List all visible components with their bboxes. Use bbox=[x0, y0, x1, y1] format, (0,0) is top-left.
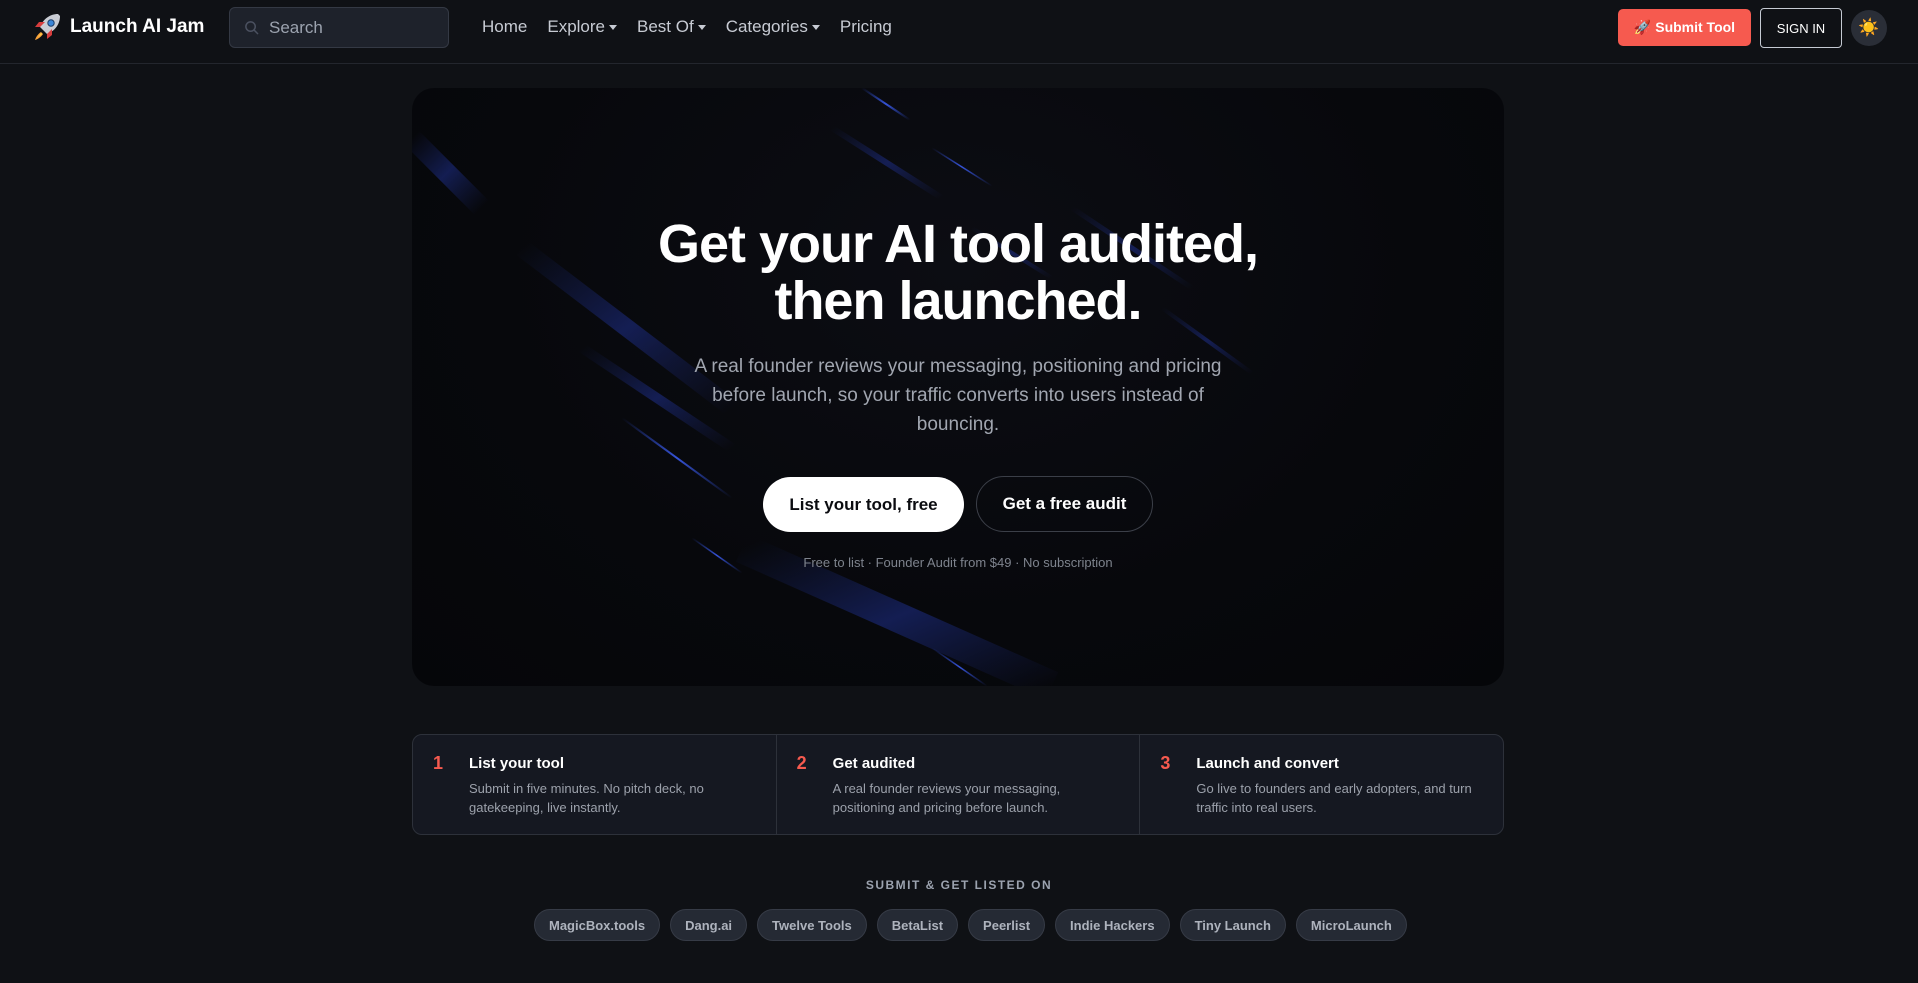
nav-best-of-label: Best Of bbox=[637, 17, 694, 36]
brand-name: Launch AI Jam bbox=[70, 16, 205, 37]
step-card: 2 Get audited A real founder reviews you… bbox=[777, 735, 1141, 834]
main-menu: Home Explore Best Of Categories Pricing bbox=[482, 17, 912, 37]
step-card: 3 Launch and convert Go live to founders… bbox=[1140, 735, 1503, 834]
submit-tool-button[interactable]: 🚀 Submit Tool bbox=[1618, 9, 1751, 46]
hero-title-line2: then launched. bbox=[774, 271, 1142, 331]
hero-title-line1: Get your AI tool audited, bbox=[657, 214, 1259, 274]
rocket-logo-icon bbox=[30, 10, 64, 44]
top-navbar: Launch AI Jam Home Explore Best Of Categ… bbox=[0, 0, 1918, 64]
caret-down-icon bbox=[697, 25, 706, 30]
nav-categories[interactable]: Categories bbox=[726, 17, 820, 37]
nav-categories-label: Categories bbox=[725, 17, 808, 36]
step-description: Submit in five minutes. No pitch deck, n… bbox=[469, 781, 704, 815]
search-box[interactable] bbox=[229, 7, 449, 48]
step-title: Launch and convert bbox=[1196, 755, 1339, 772]
search-input[interactable] bbox=[269, 17, 439, 38]
sign-in-button[interactable]: SIGN IN bbox=[1760, 8, 1842, 48]
listing-site-chips: MagicBox.tools Dang.ai Twelve Tools Beta… bbox=[534, 909, 1417, 941]
brand-link[interactable]: Launch AI Jam bbox=[30, 12, 204, 42]
nav-home-label: Home bbox=[482, 17, 528, 36]
step-card: 1 List your tool Submit in five minutes.… bbox=[413, 735, 777, 834]
listing-site-chip[interactable]: Indie Hackers bbox=[1055, 909, 1170, 941]
listing-site-chip[interactable]: MicroLaunch bbox=[1295, 909, 1407, 941]
step-description: A real founder reviews your messaging, p… bbox=[832, 781, 1061, 815]
hero-subtitle: A real founder reviews your messaging, p… bbox=[694, 356, 1222, 435]
nav-best-of[interactable]: Best Of bbox=[637, 17, 706, 37]
hero-section: Get your AI tool audited, then launched.… bbox=[412, 88, 1504, 686]
nav-pricing[interactable]: Pricing bbox=[840, 17, 892, 37]
caret-down-icon bbox=[609, 25, 617, 30]
listing-site-chip[interactable]: BetaList bbox=[876, 909, 959, 941]
listing-site-chip[interactable]: Dang.ai bbox=[670, 909, 748, 941]
nav-explore-label: Explore bbox=[547, 17, 605, 36]
listed-on-heading: SUBMIT & GET LISTED ON bbox=[865, 878, 1053, 892]
theme-toggle-sun-icon[interactable]: ☀️ bbox=[1851, 10, 1887, 46]
caret-down-icon bbox=[811, 25, 820, 30]
listing-site-chip[interactable]: Twelve Tools bbox=[757, 909, 867, 941]
step-title: Get audited bbox=[832, 755, 916, 772]
hero-title: Get your AI tool audited, then launched. bbox=[412, 216, 1504, 330]
step-number: 3 bbox=[1160, 753, 1171, 773]
listing-site-chip[interactable]: Tiny Launch bbox=[1179, 909, 1286, 941]
step-number: 2 bbox=[796, 753, 807, 773]
search-icon bbox=[245, 21, 259, 35]
steps-panel: 1 List your tool Submit in five minutes.… bbox=[412, 734, 1504, 835]
nav-home[interactable]: Home bbox=[482, 17, 527, 37]
hero-note: Free to list · Founder Audit from $49 · … bbox=[803, 555, 1113, 570]
list-tool-button[interactable]: List your tool, free bbox=[763, 477, 964, 532]
listing-site-chip[interactable]: MagicBox.tools bbox=[534, 909, 661, 941]
listing-site-chip[interactable]: Peerlist bbox=[968, 909, 1046, 941]
nav-pricing-label: Pricing bbox=[839, 17, 892, 36]
nav-explore[interactable]: Explore bbox=[547, 17, 617, 37]
step-description: Go live to founders and early adopters, … bbox=[1196, 781, 1472, 815]
step-number: 1 bbox=[433, 753, 444, 773]
free-audit-button[interactable]: Get a free audit bbox=[976, 476, 1153, 532]
step-title: List your tool bbox=[469, 755, 564, 772]
